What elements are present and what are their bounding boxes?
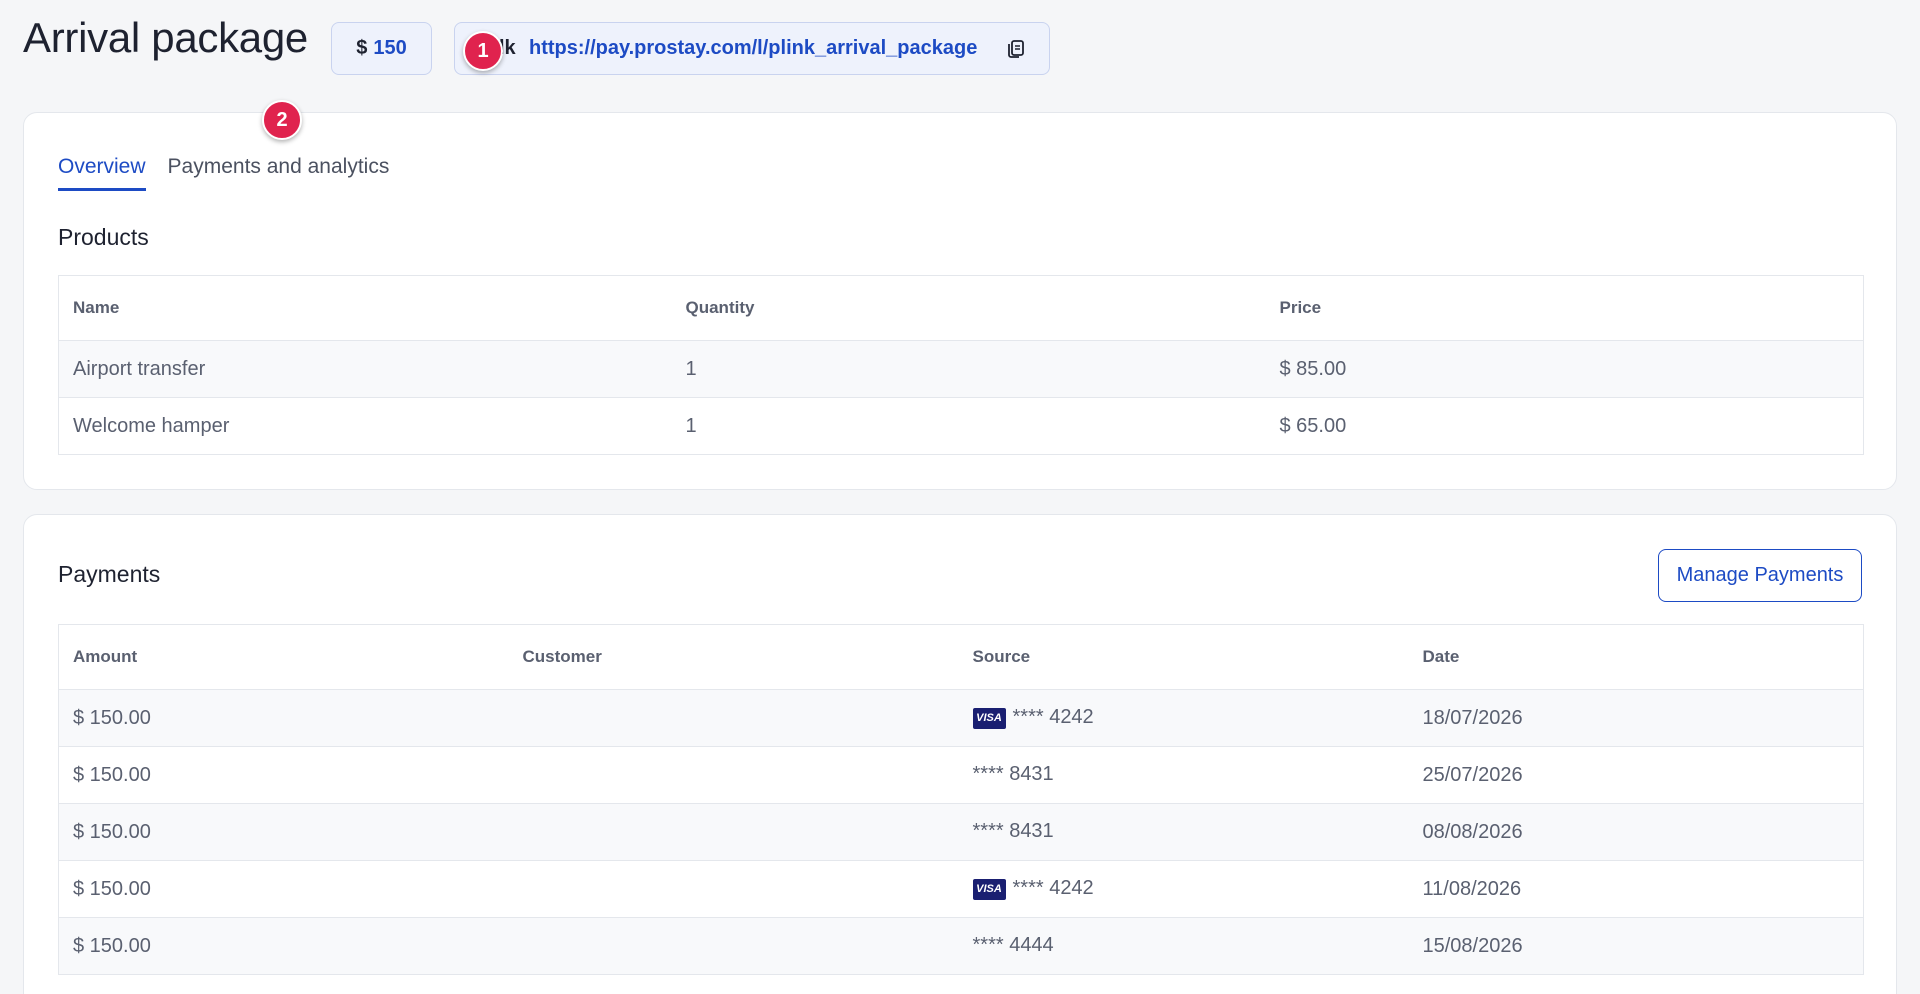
product-name: Airport transfer (58, 340, 672, 398)
product-price: $ 85.00 (1265, 340, 1864, 398)
table-row[interactable]: $ 150.00 **** 8431 25/07/2026 (58, 746, 1864, 804)
card-number: **** 8431 (972, 820, 1054, 843)
payment-date: 08/08/2026 (1408, 803, 1864, 861)
payment-customer (508, 746, 959, 804)
column-header-amount[interactable]: Amount (58, 624, 509, 690)
table-row[interactable]: $ 150.00 **** 4444 15/08/2026 (58, 917, 1864, 975)
payment-customer (508, 860, 959, 918)
payment-source: **** 8431 (958, 803, 1409, 861)
payments-table: Amount Customer Source Date $ 150.00 VIS… (58, 624, 1864, 975)
copy-icon[interactable] (1005, 38, 1027, 60)
payment-customer (508, 689, 959, 747)
products-table: Name Quantity Price Airport transfer 1 $… (58, 275, 1864, 455)
payment-date: 25/07/2026 (1408, 746, 1864, 804)
payment-source: VISA **** 4242 (958, 689, 1409, 747)
payment-amount: $ 150.00 (58, 803, 509, 861)
annotation-badge-2: 2 (262, 100, 302, 140)
payment-source: VISA **** 4242 (958, 860, 1409, 918)
payment-amount: $ 150.00 (58, 860, 509, 918)
product-quantity: 1 (671, 340, 1266, 398)
payment-source: **** 4444 (958, 917, 1409, 975)
column-header-date[interactable]: Date (1408, 624, 1864, 690)
column-header-customer[interactable]: Customer (508, 624, 959, 690)
card-number: **** 4242 (1012, 877, 1094, 900)
payments-card: Payments Manage Payments Amount Customer… (23, 514, 1897, 994)
price-chip: $ 150 (331, 22, 432, 75)
column-header-quantity[interactable]: Quantity (671, 275, 1266, 341)
manage-payments-button[interactable]: Manage Payments (1658, 549, 1862, 602)
payments-title: Payments (58, 561, 161, 587)
payment-customer (508, 803, 959, 861)
payment-amount: $ 150.00 (58, 689, 509, 747)
table-row[interactable]: $ 150.00 VISA **** 4242 11/08/2026 (58, 860, 1864, 918)
payment-customer (508, 917, 959, 975)
price-currency: $ (356, 37, 368, 59)
visa-card-icon: VISA (972, 707, 1006, 729)
product-name: Welcome hamper (58, 397, 672, 455)
product-price: $ 65.00 (1265, 397, 1864, 455)
table-row[interactable]: Airport transfer 1 $ 85.00 (58, 340, 1864, 398)
tab-bar: Overview Payments and analytics (58, 155, 389, 191)
payment-amount: $ 150.00 (58, 917, 509, 975)
tab-payments-and-analytics[interactable]: Payments and analytics (168, 155, 390, 191)
column-header-price[interactable]: Price (1265, 275, 1864, 341)
table-row[interactable]: Welcome hamper 1 $ 65.00 (58, 397, 1864, 455)
payment-link-url[interactable]: https://pay.prostay.com/l/plink_arrival_… (529, 37, 977, 60)
payment-date: 15/08/2026 (1408, 917, 1864, 975)
payment-link-chip[interactable]: lk https://pay.prostay.com/l/plink_arriv… (454, 22, 1050, 75)
payment-date: 18/07/2026 (1408, 689, 1864, 747)
product-quantity: 1 (671, 397, 1266, 455)
page-title: Arrival package (23, 14, 308, 61)
card-number: **** 4242 (1012, 706, 1094, 729)
column-header-source[interactable]: Source (958, 624, 1409, 690)
card-number: **** 4444 (972, 934, 1054, 957)
payment-date: 11/08/2026 (1408, 860, 1864, 918)
visa-card-icon: VISA (972, 878, 1006, 900)
price-amount: 150 (373, 37, 407, 59)
payment-amount: $ 150.00 (58, 746, 509, 804)
card-number: **** 8431 (972, 763, 1054, 786)
products-title: Products (58, 224, 149, 250)
column-header-name[interactable]: Name (58, 275, 672, 341)
payment-source: **** 8431 (958, 746, 1409, 804)
table-row[interactable]: $ 150.00 VISA **** 4242 18/07/2026 (58, 689, 1864, 747)
annotation-badge-1: 1 (463, 31, 503, 71)
tab-overview[interactable]: Overview (58, 155, 146, 191)
table-row[interactable]: $ 150.00 **** 8431 08/08/2026 (58, 803, 1864, 861)
overview-card: Overview Payments and analytics Products… (23, 112, 1897, 490)
